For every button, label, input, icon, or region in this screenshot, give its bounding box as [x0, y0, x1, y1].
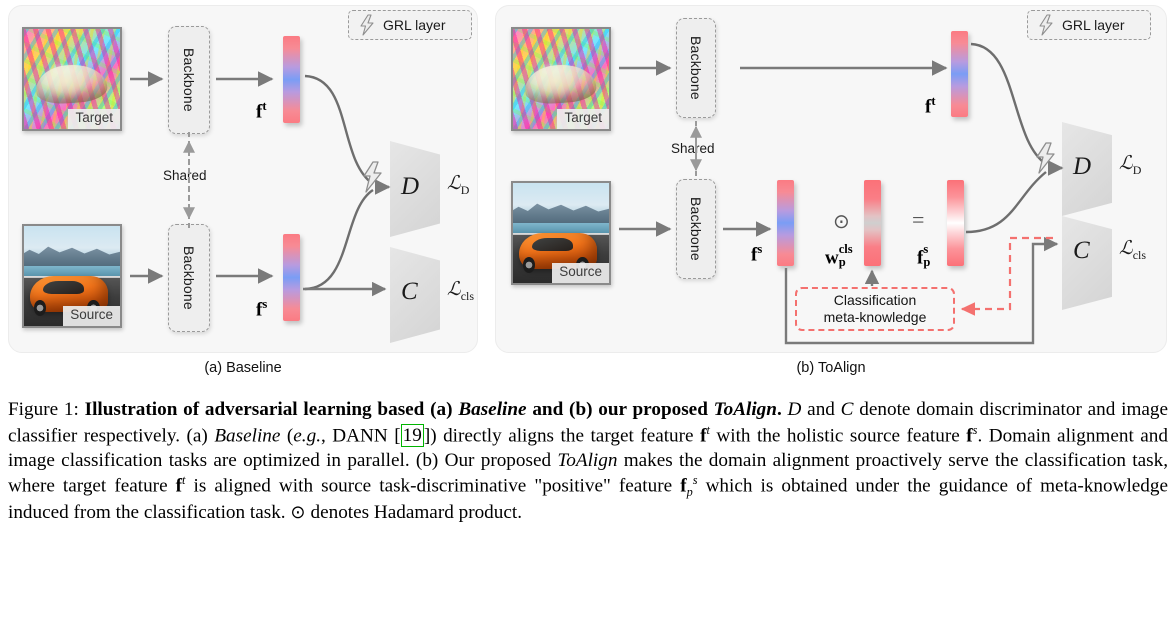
feature-label-ft-a: ft — [256, 99, 267, 123]
feature-bar-ft-b — [951, 31, 968, 117]
figure-caption: Figure 1: Illustration of adversarial le… — [8, 399, 1169, 524]
mountain-shape-a — [24, 246, 120, 268]
feature-label-fps-b: fsp — [917, 242, 931, 269]
loss-d-label-b: ℒD — [1119, 153, 1142, 177]
feature-bar-fps-b — [947, 180, 964, 266]
car-wheel-front-b — [522, 257, 536, 273]
classifier-letter-a: C — [401, 278, 418, 305]
source-image-b: Source — [511, 181, 611, 285]
feature-label-fs-b: fs — [751, 242, 763, 266]
loss-cls-label-b: ℒcls — [1119, 238, 1146, 262]
car-window-a — [43, 281, 84, 294]
discriminator-letter-b: D — [1073, 153, 1092, 180]
equals-symbol-b: = — [912, 207, 925, 232]
meta-knowledge-box: Classification meta-knowledge — [795, 287, 955, 331]
feature-label-ft-b: ft — [925, 94, 936, 118]
target-image-b: Target — [511, 27, 611, 131]
grl-legend-a: GRL layer — [348, 10, 472, 40]
feature-bar-fs-b — [777, 180, 794, 266]
meta-knowledge-line2: meta-knowledge — [823, 309, 927, 325]
source-image-label-a: Source — [63, 306, 120, 326]
target-image-a: Target — [22, 27, 122, 131]
backbone-source-label-a: Backbone — [181, 246, 197, 310]
loss-d-label-a: ℒD — [447, 173, 470, 197]
grl-legend-b: GRL layer — [1027, 10, 1151, 40]
target-image-label-a: Target — [68, 109, 120, 129]
caption-citation[interactable]: 19 — [400, 424, 424, 448]
source-image-a: Source — [22, 224, 122, 328]
grl-legend-label-a: GRL layer — [383, 17, 446, 33]
grl-legend-label-b: GRL layer — [1062, 17, 1125, 33]
shared-label-a: Shared — [161, 168, 209, 183]
grl-lightning-icon-b — [1039, 14, 1053, 36]
backbone-source-b: Backbone — [676, 179, 716, 279]
loss-cls-label-a: ℒcls — [447, 279, 474, 303]
discriminator-letter-a: D — [401, 173, 420, 200]
feature-label-fs-a: fs — [256, 297, 268, 321]
caption-figure-number: Figure 1: — [8, 399, 79, 420]
mountain-shape-b — [513, 203, 609, 225]
feature-label-wpcls-b: w cls p — [825, 242, 853, 269]
feature-bar-ft-a — [283, 36, 300, 123]
feature-bar-wpcls-b — [864, 180, 881, 266]
car-window-b — [532, 238, 573, 251]
backbone-target-label-a: Backbone — [181, 48, 197, 112]
meta-knowledge-line1: Classification — [833, 291, 917, 308]
backbone-source-label-b: Backbone — [688, 197, 704, 261]
backbone-source-a: Backbone — [168, 224, 210, 332]
backbone-target-label-b: Backbone — [688, 36, 704, 100]
panel-caption-b: (b) ToAlign — [796, 360, 866, 376]
feature-bar-fs-a — [283, 234, 300, 321]
backbone-target-a: Backbone — [168, 26, 210, 134]
backbone-target-b: Backbone — [676, 18, 716, 118]
grl-lightning-icon-a — [360, 14, 374, 36]
source-image-label-b: Source — [552, 263, 609, 283]
car-wheel-front-a — [33, 300, 47, 316]
target-image-label-b: Target — [557, 109, 609, 129]
hadamard-symbol-b: ⊙ — [833, 211, 850, 233]
shared-label-b: Shared — [669, 141, 717, 156]
figure-1: Target Source Backbone Backbone Shared f… — [0, 0, 1173, 644]
classifier-letter-b: C — [1073, 237, 1090, 264]
panel-caption-a: (a) Baseline — [204, 360, 282, 376]
